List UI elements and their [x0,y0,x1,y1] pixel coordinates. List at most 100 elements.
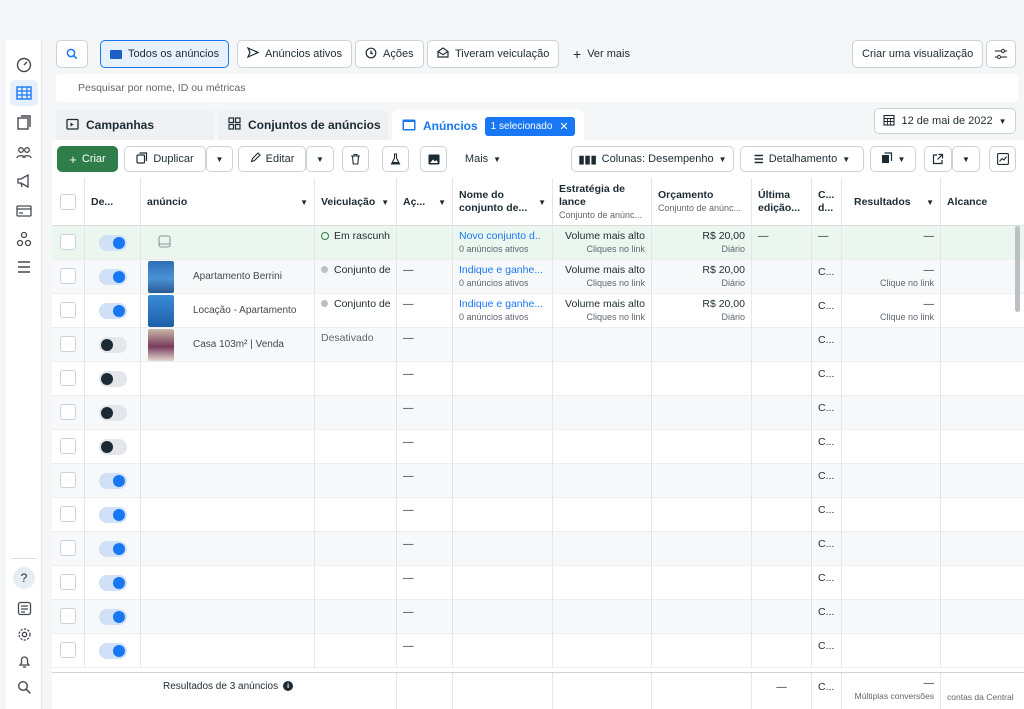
table-row[interactable]: — C... [52,498,1024,532]
col-delivery[interactable]: Veiculação ▼ [315,178,397,226]
help-question-icon[interactable]: ? [10,565,38,591]
delivery-toggle[interactable] [99,371,127,387]
ab-test-button[interactable] [382,146,409,172]
row-checkbox[interactable] [60,234,76,250]
col-actions[interactable]: Aç... ▼ [397,178,453,226]
export-dropdown[interactable]: ▼ [952,146,980,172]
ad-set-name-cell[interactable] [453,566,553,600]
row-checkbox[interactable] [60,336,76,352]
select-all-checkbox[interactable] [60,194,76,210]
delivery-toggle[interactable] [99,405,127,421]
ad-set-name-cell[interactable] [453,600,553,634]
ad-thumbnail-image[interactable] [148,295,174,327]
create-button[interactable]: + Criar [57,146,118,172]
ad-name-cell[interactable] [141,532,315,566]
ad-name-cell[interactable] [141,430,315,464]
col-ad-set-name[interactable]: Nome do conjunto de... ▼ [453,178,553,226]
col-ad[interactable]: anúncio ▼ [141,178,315,226]
ad-set-name-cell[interactable] [453,464,553,498]
col-last-edit[interactable]: Última edição... [752,178,812,226]
events-manager-icon[interactable] [10,226,38,252]
ad-set-name-cell[interactable] [453,328,553,362]
table-row[interactable]: — C... [52,566,1024,600]
vertical-scrollbar[interactable] [1015,226,1020,312]
col-delivery-toggle[interactable]: De... [85,178,141,226]
ad-set-name-cell[interactable] [453,396,553,430]
table-row[interactable]: — C... [52,464,1024,498]
ad-set-name-cell[interactable] [453,430,553,464]
delivery-toggle[interactable] [99,235,127,251]
delivery-toggle[interactable] [99,643,127,659]
ad-set-name-cell[interactable]: Indique e ganhe... 0 anúncios ativos [453,294,553,328]
filter-active-ads[interactable]: Anúncios ativos [237,40,353,68]
table-row[interactable]: Casa 103m² | Venda Desativado — C... [52,328,1024,362]
table-row[interactable]: Em rascunh Novo conjunto d.. 0 anúncios at… [52,226,1024,260]
table-row[interactable]: — C... [52,600,1024,634]
row-checkbox[interactable] [60,370,76,386]
news-feed-icon[interactable] [10,595,38,621]
ad-set-name-cell[interactable] [453,634,553,668]
ad-name-cell[interactable] [141,362,315,396]
notifications-bell-icon[interactable] [10,648,38,674]
filter-had-delivery[interactable]: Tiveram veiculação [427,40,560,68]
delete-button[interactable] [342,146,369,172]
table-row[interactable]: — C... [52,430,1024,464]
filter-see-more[interactable]: + Ver mais [564,40,639,68]
table-row[interactable]: — C... [52,532,1024,566]
ad-name-cell[interactable] [141,498,315,532]
create-view-button[interactable]: Criar uma visualização [852,40,984,68]
duplicate-dropdown[interactable]: ▼ [206,146,233,172]
duplicate-button[interactable]: Duplicar [124,146,206,172]
table-row[interactable]: Locação - Apartamento Conjunto de — Indique… [52,294,1024,328]
row-checkbox[interactable] [60,472,76,488]
delivery-toggle[interactable] [99,337,127,353]
more-actions-button[interactable]: Mais ▼ [458,146,508,172]
delivery-toggle[interactable] [99,439,127,455]
row-checkbox[interactable] [60,506,76,522]
row-checkbox[interactable] [60,642,76,658]
ad-name-cell[interactable] [141,634,315,668]
ad-set-name-cell[interactable] [453,498,553,532]
delivery-toggle[interactable] [99,609,127,625]
reports-button[interactable]: ▼ [870,146,916,172]
row-checkbox[interactable] [60,268,76,284]
view-settings-button[interactable] [986,40,1016,68]
all-tools-menu-icon[interactable] [10,254,38,280]
row-checkbox[interactable] [60,302,76,318]
delivery-toggle[interactable] [99,507,127,523]
table-row[interactable]: — C... [52,396,1024,430]
delivery-toggle[interactable] [99,269,127,285]
pages-stack-icon[interactable] [10,110,38,136]
ad-name-cell[interactable] [141,226,315,260]
edit-dropdown[interactable]: ▼ [306,146,334,172]
col-results[interactable]: Resultados ▼ [842,178,941,226]
row-checkbox[interactable] [60,404,76,420]
date-range-picker[interactable]: 12 de mai de 2022 ▼ [874,108,1016,134]
filter-actions[interactable]: Ações [355,40,424,68]
columns-selector[interactable]: ▮▮▮ Colunas: Desempenho ▼ [571,146,734,172]
ad-set-name-cell[interactable] [453,532,553,566]
ads-manager-table-icon[interactable] [10,80,38,106]
delivery-toggle[interactable] [99,575,127,591]
search-input[interactable] [56,74,1018,102]
tab-ads[interactable]: Anúncios 1 selecionado ✕ [392,110,584,142]
row-checkbox[interactable] [60,540,76,556]
delivery-toggle[interactable] [99,303,127,319]
row-checkbox[interactable] [60,438,76,454]
ad-name-cell[interactable] [141,464,315,498]
col-bid-strategy[interactable]: Estratégia de lance Conjunto de anúnc... [553,178,652,226]
delivery-toggle[interactable] [99,541,127,557]
search-toggle-button[interactable] [56,40,88,68]
col-reach[interactable]: Alcance [941,178,1024,226]
col-budget[interactable]: Orçamento Conjunto de anúnc... [652,178,752,226]
media-button[interactable] [420,146,447,172]
ad-thumbnail-image[interactable] [148,329,174,361]
settings-gear-icon[interactable] [10,621,38,647]
clear-selection-close-icon[interactable]: ✕ [559,120,568,133]
billing-card-icon[interactable] [10,198,38,224]
tab-campaigns[interactable]: Campanhas [56,110,214,140]
dashboard-gauge-icon[interactable] [10,52,38,78]
row-checkbox[interactable] [60,574,76,590]
col-c[interactable]: C... d... [812,178,842,226]
megaphone-icon[interactable] [10,168,38,194]
